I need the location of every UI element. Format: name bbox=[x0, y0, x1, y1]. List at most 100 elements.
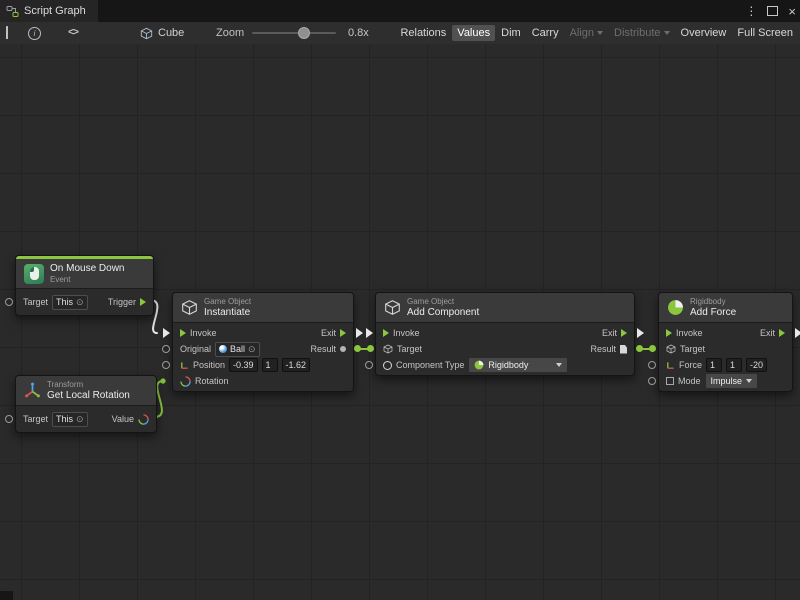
result-file-icon[interactable] bbox=[620, 345, 627, 354]
flow-in-arrow-icon[interactable] bbox=[180, 329, 186, 337]
mouse-icon bbox=[24, 264, 44, 284]
edit-script-icon[interactable]: <> bbox=[68, 22, 78, 44]
script-graph-window: Script Graph ⋮ × i <> Cube Zoom 0.8x bbox=[0, 0, 800, 600]
trigger-label: Trigger bbox=[108, 297, 136, 307]
force-y-field[interactable]: 1 bbox=[726, 358, 742, 372]
target-label: Target bbox=[680, 344, 705, 354]
mode-label: Mode bbox=[678, 376, 701, 386]
input-port[interactable] bbox=[648, 361, 656, 369]
dropdown-caret-icon bbox=[556, 363, 562, 367]
position-label: Position bbox=[193, 360, 225, 370]
align-button-label: Align bbox=[570, 27, 594, 39]
window-tab[interactable]: Script Graph bbox=[0, 0, 98, 22]
input-port[interactable] bbox=[5, 415, 13, 423]
rotation-row: Rotation bbox=[173, 373, 353, 389]
node-category: Game Object bbox=[204, 297, 251, 307]
flow-in-arrow-icon[interactable] bbox=[383, 329, 389, 337]
input-port[interactable] bbox=[162, 361, 170, 369]
flow-out-arrow-icon[interactable] bbox=[140, 298, 146, 306]
graph-canvas[interactable]: On Mouse Down Event Target This ⊙ Trigge… bbox=[0, 44, 800, 600]
cube-mini-icon bbox=[666, 344, 676, 354]
flow-out-wire-arrow-icon[interactable] bbox=[795, 328, 800, 338]
component-type-dropdown[interactable]: Rigidbody bbox=[468, 357, 568, 373]
input-port[interactable] bbox=[648, 377, 656, 385]
target-label: Target bbox=[23, 414, 48, 424]
flow-out-arrow-icon[interactable] bbox=[621, 329, 627, 337]
zoom-slider[interactable] bbox=[252, 22, 336, 44]
axis-icon bbox=[666, 361, 675, 370]
node-add-force[interactable]: Rigidbody Add Force Invoke Exit bbox=[658, 292, 793, 392]
target-object-field[interactable]: This ⊙ bbox=[52, 412, 88, 427]
value-connection[interactable] bbox=[636, 345, 656, 352]
overview-button[interactable]: Overview bbox=[676, 25, 732, 41]
node-header[interactable]: Game Object Instantiate bbox=[173, 293, 353, 323]
target-object-field[interactable]: This ⊙ bbox=[52, 295, 88, 310]
input-port[interactable] bbox=[5, 298, 13, 306]
flow-in-wire-arrow-icon[interactable] bbox=[366, 328, 373, 338]
lock-icon[interactable] bbox=[6, 22, 8, 44]
object-picker-icon[interactable]: ⊙ bbox=[248, 345, 256, 354]
game-object-icon bbox=[384, 299, 401, 316]
relations-button[interactable]: Relations bbox=[395, 25, 451, 41]
node-title: Instantiate bbox=[204, 307, 251, 319]
input-port[interactable] bbox=[365, 361, 373, 369]
value-connection[interactable] bbox=[354, 345, 374, 352]
component-type-row: Component Type Rigidbody bbox=[376, 357, 634, 373]
input-port[interactable] bbox=[162, 345, 170, 353]
carry-button[interactable]: Carry bbox=[527, 25, 564, 41]
chevron-down-icon bbox=[664, 31, 670, 35]
window-menu-icon[interactable]: ⋮ bbox=[745, 5, 757, 17]
node-add-component[interactable]: Game Object Add Component Invoke Exit bbox=[375, 292, 635, 376]
full-screen-button[interactable]: Full Screen bbox=[732, 25, 798, 41]
distribute-button[interactable]: Distribute bbox=[609, 25, 674, 41]
force-x-field[interactable]: 1 bbox=[706, 358, 722, 372]
node-header[interactable]: Rigidbody Add Force bbox=[659, 293, 792, 323]
values-button[interactable]: Values bbox=[452, 25, 495, 41]
node-instantiate[interactable]: Game Object Instantiate Invoke Exit Orig… bbox=[172, 292, 354, 392]
force-z-field[interactable]: -20 bbox=[746, 358, 767, 372]
object-picker-icon[interactable]: ⊙ bbox=[76, 298, 84, 307]
result-label: Result bbox=[590, 344, 616, 354]
flow-in-arrow-icon[interactable] bbox=[666, 329, 672, 337]
node-header[interactable]: Transform Get Local Rotation bbox=[16, 376, 156, 406]
component-type-value: Rigidbody bbox=[488, 360, 528, 370]
node-title: On Mouse Down bbox=[50, 263, 124, 275]
node-header[interactable]: Game Object Add Component bbox=[376, 293, 634, 323]
target-row: Target bbox=[659, 341, 792, 357]
node-get-local-rotation[interactable]: Transform Get Local Rotation Target This… bbox=[15, 375, 157, 433]
zoom-slider-handle[interactable] bbox=[298, 27, 310, 39]
result-output-port[interactable] bbox=[340, 346, 346, 352]
position-z-field[interactable]: -1.62 bbox=[282, 358, 311, 372]
mode-value: Impulse bbox=[711, 376, 743, 386]
original-object-field[interactable]: Ball ⊙ bbox=[215, 342, 260, 357]
rotation-gizmo-icon[interactable] bbox=[138, 414, 149, 425]
position-y-field[interactable]: 1 bbox=[262, 358, 278, 372]
flow-out-wire-arrow-icon[interactable] bbox=[637, 328, 644, 338]
node-category: Transform bbox=[47, 380, 130, 390]
node-title: Add Force bbox=[690, 307, 736, 319]
zoom-slider-track bbox=[252, 32, 336, 34]
toolbar: i <> Cube Zoom 0.8x Relations Values Dim… bbox=[0, 22, 800, 45]
info-icon[interactable]: i bbox=[28, 22, 41, 44]
align-button[interactable]: Align bbox=[565, 25, 608, 41]
position-x-field[interactable]: -0.39 bbox=[229, 358, 258, 372]
flow-in-wire-arrow-icon[interactable] bbox=[163, 328, 170, 338]
graph-breadcrumb[interactable]: Cube bbox=[140, 22, 184, 44]
node-on-mouse-down[interactable]: On Mouse Down Event Target This ⊙ Trigge… bbox=[15, 255, 154, 316]
maximize-icon[interactable] bbox=[767, 6, 778, 16]
node-header[interactable]: On Mouse Down Event bbox=[16, 259, 153, 289]
original-row: Original Ball ⊙ Result bbox=[173, 341, 353, 357]
mode-dropdown[interactable]: Impulse bbox=[705, 373, 759, 389]
flow-out-arrow-icon[interactable] bbox=[340, 329, 346, 337]
component-type-label: Component Type bbox=[396, 360, 464, 370]
flow-out-wire-arrow-icon[interactable] bbox=[356, 328, 363, 338]
close-icon[interactable]: × bbox=[788, 5, 796, 18]
target-label: Target bbox=[397, 344, 422, 354]
window-title: Script Graph bbox=[24, 5, 86, 17]
mode-row: Mode Impulse bbox=[659, 373, 792, 389]
dim-button[interactable]: Dim bbox=[496, 25, 526, 41]
canvas-corner bbox=[0, 591, 13, 600]
graph-name: Cube bbox=[158, 27, 184, 39]
object-picker-icon[interactable]: ⊙ bbox=[76, 415, 84, 424]
flow-out-arrow-icon[interactable] bbox=[779, 329, 785, 337]
